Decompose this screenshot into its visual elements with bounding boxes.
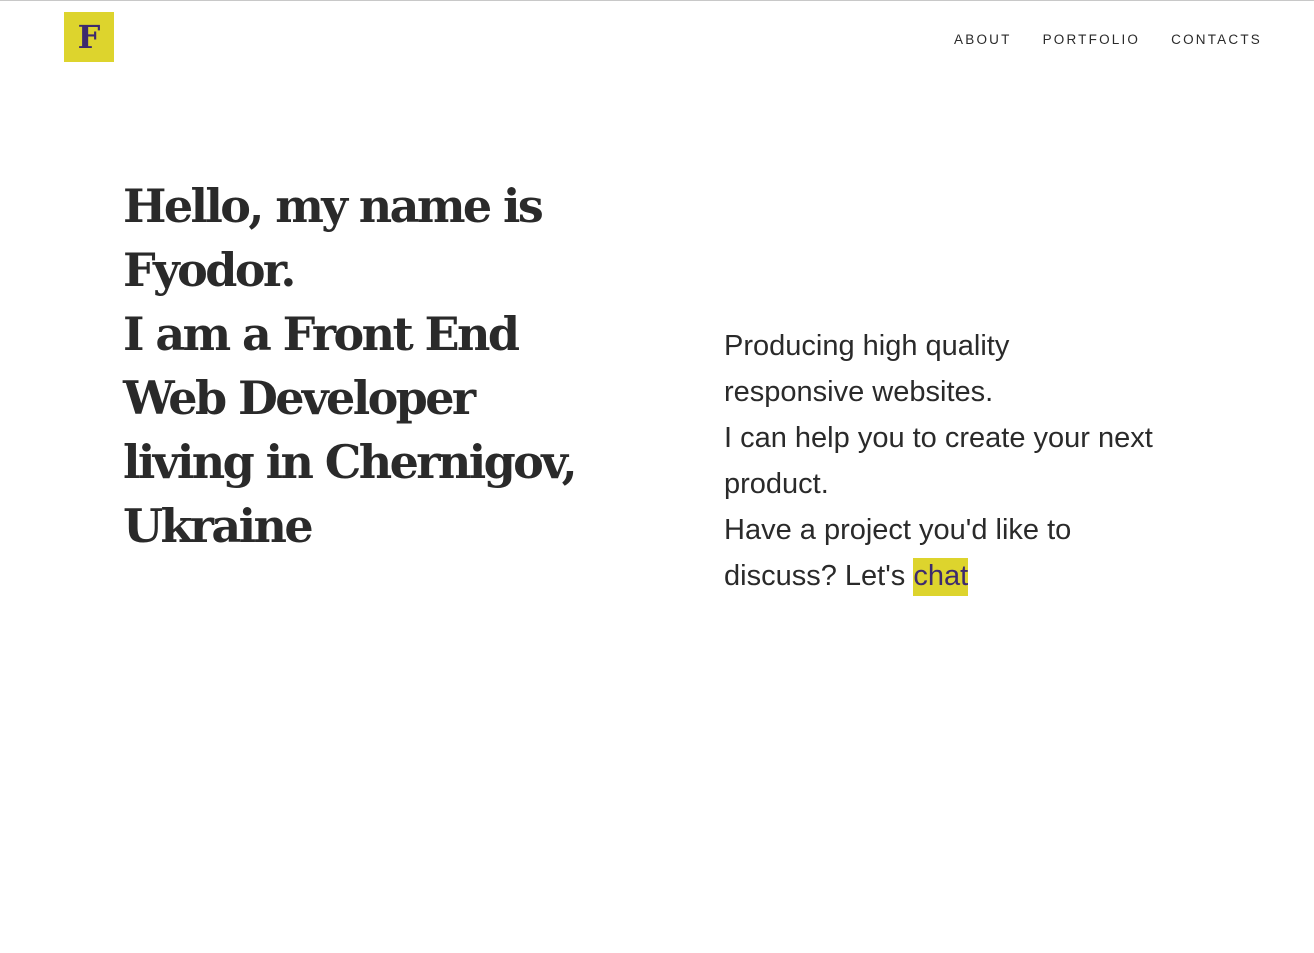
tagline-line: responsive websites. — [724, 376, 994, 408]
nav-about[interactable]: ABOUT — [954, 32, 1012, 47]
headline-line: I am a Front End — [123, 307, 520, 361]
tagline-line: Producing high quality — [724, 330, 1010, 362]
cta-prefix: discuss? Let's — [724, 560, 906, 592]
headline-line: living in Chernigov, — [123, 435, 578, 489]
hero-headline: Hello, my name is Fyodor. I am a Front E… — [123, 174, 593, 558]
chat-link[interactable]: chat — [913, 558, 969, 596]
nav-contacts[interactable]: CONTACTS — [1171, 32, 1262, 47]
headline-line: Web Developer — [123, 371, 476, 425]
headline-line: Fyodor. — [123, 243, 296, 297]
tagline-cta-line: discuss? Let's chat — [724, 553, 1224, 599]
headline-line: Ukraine — [123, 499, 314, 553]
nav-portfolio[interactable]: PORTFOLIO — [1043, 32, 1141, 47]
logo-link[interactable]: F — [64, 12, 114, 62]
tagline-line: Have a project you'd like to — [724, 514, 1072, 546]
headline-line: Hello, my name is — [123, 179, 544, 233]
logo-letter: F — [77, 18, 101, 56]
hero-tagline: Producing high quality responsive websit… — [724, 323, 1224, 599]
tagline-line: I can help you to create your next — [724, 422, 1153, 454]
tagline-line: product. — [724, 468, 829, 500]
main-nav: ABOUT PORTFOLIO CONTACTS — [954, 32, 1262, 47]
